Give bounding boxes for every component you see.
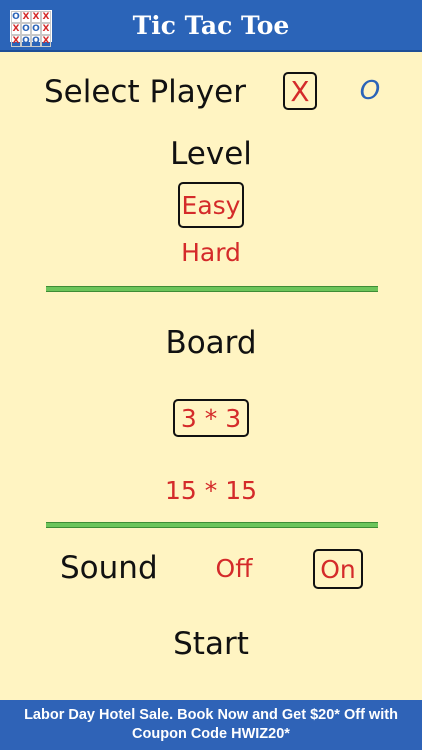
app-title: Tic Tac Toe [132, 11, 290, 40]
sound-label: Sound [60, 550, 158, 586]
sound-on-option[interactable]: On [313, 549, 363, 589]
icon-cell: O [31, 23, 41, 35]
icon-cell: X [41, 35, 51, 47]
player-x-option[interactable]: X [283, 72, 317, 110]
player-o-option[interactable]: O [356, 76, 384, 108]
icon-cell: O [21, 35, 31, 47]
icon-cell: O [11, 11, 21, 23]
tic-tac-toe-grid-icon: O X X X X O O X X O O X [8, 8, 54, 47]
title-bar: O X X X X O O X X O O X Tic Tac Toe [0, 0, 422, 52]
sound-off-option[interactable]: Off [206, 554, 262, 583]
icon-cell: X [11, 23, 21, 35]
level-easy-option[interactable]: Easy [178, 182, 244, 228]
start-button[interactable]: Start [0, 626, 422, 662]
icon-cell: O [31, 35, 41, 47]
icon-cell: O [21, 23, 31, 35]
board-15x15-option[interactable]: 15 * 15 [0, 476, 422, 505]
level-label: Level [170, 136, 252, 172]
section-divider [46, 286, 378, 292]
icon-cell: X [21, 11, 31, 23]
icon-cell: X [11, 35, 21, 47]
icon-cell: X [31, 11, 41, 23]
select-player-label: Select Player [44, 74, 246, 110]
section-divider [46, 522, 378, 528]
level-hard-option[interactable]: Hard [0, 238, 422, 267]
icon-cell: X [41, 11, 51, 23]
board-3x3-option[interactable]: 3 * 3 [173, 399, 249, 437]
ad-banner[interactable]: Labor Day Hotel Sale. Book Now and Get $… [0, 700, 422, 750]
icon-cell: X [41, 23, 51, 35]
board-label: Board [165, 325, 257, 361]
